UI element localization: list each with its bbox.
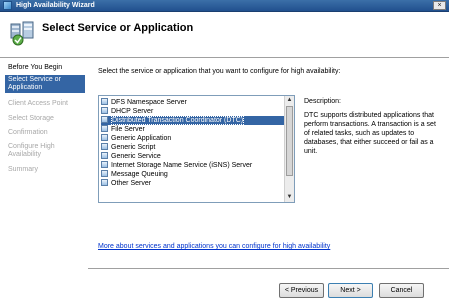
description-text: DTC supports distributed applications th… bbox=[304, 112, 436, 155]
step-configure-high-availability: Configure High Availability bbox=[8, 143, 55, 158]
scroll-up-arrow-icon[interactable]: ▲ bbox=[285, 96, 294, 105]
dfs-icon bbox=[101, 98, 108, 105]
list-item-dtc[interactable]: Distributed Transaction Coordinator (DTC… bbox=[101, 116, 285, 125]
step-summary: Summary bbox=[8, 166, 38, 173]
wizard-main-panel: Select the service or application that y… bbox=[88, 58, 449, 302]
window-title: High Availability Wizard bbox=[16, 2, 95, 9]
list-item-generic-service[interactable]: Generic Service bbox=[101, 152, 285, 161]
wizard-steps-sidebar: Before You Begin Select Service or Appli… bbox=[0, 58, 86, 301]
scroll-down-arrow-icon[interactable]: ▼ bbox=[285, 193, 294, 202]
step-select-storage: Select Storage bbox=[8, 115, 54, 122]
wizard-footer: < Previous Next > Cancel bbox=[88, 268, 449, 302]
wizard-app-icon bbox=[3, 1, 12, 10]
step-confirmation: Confirmation bbox=[8, 129, 48, 136]
isns-icon bbox=[101, 161, 108, 168]
list-item-generic-application[interactable]: Generic Application bbox=[101, 134, 285, 143]
previous-button[interactable]: < Previous bbox=[279, 283, 324, 298]
list-item-file-server[interactable]: File Server bbox=[101, 125, 285, 134]
cluster-wizard-icon bbox=[10, 21, 34, 46]
scrollbar-thumb[interactable] bbox=[286, 106, 293, 176]
page-title: Select Service or Application bbox=[42, 22, 194, 34]
generic-application-icon bbox=[101, 134, 108, 141]
cancel-button[interactable]: Cancel bbox=[379, 283, 424, 298]
instruction-text: Select the service or application that y… bbox=[98, 68, 341, 75]
next-button[interactable]: Next > bbox=[328, 283, 373, 298]
description-label: Description: bbox=[304, 98, 341, 105]
list-item-other-server[interactable]: Other Server bbox=[101, 179, 285, 188]
step-before-you-begin[interactable]: Before You Begin bbox=[5, 63, 85, 73]
close-icon[interactable]: × bbox=[433, 1, 446, 10]
other-server-icon bbox=[101, 179, 108, 186]
file-server-icon bbox=[101, 125, 108, 132]
list-item-dhcp-server[interactable]: DHCP Server bbox=[101, 107, 285, 116]
listbox-scrollbar[interactable]: ▲ ▼ bbox=[284, 96, 294, 202]
more-info-link[interactable]: More about services and applications you… bbox=[98, 243, 330, 250]
step-select-service[interactable]: Select Service or Application bbox=[5, 75, 85, 93]
generic-script-icon bbox=[101, 143, 108, 150]
message-queuing-icon bbox=[101, 170, 108, 177]
list-item-isns-server[interactable]: Internet Storage Name Service (iSNS) Ser… bbox=[101, 161, 285, 170]
dhcp-icon bbox=[101, 107, 108, 114]
service-listbox[interactable]: DFS Namespace Server DHCP Server Distrib… bbox=[98, 95, 295, 203]
description-panel: Description: DTC supports distributed ap… bbox=[304, 97, 439, 156]
list-item-generic-script[interactable]: Generic Script bbox=[101, 143, 285, 152]
step-client-access-point: Client Access Point bbox=[8, 100, 68, 107]
generic-service-icon bbox=[101, 152, 108, 159]
dtc-icon bbox=[101, 116, 108, 123]
window-titlebar: High Availability Wizard × bbox=[0, 0, 449, 12]
list-item-message-queuing[interactable]: Message Queuing bbox=[101, 170, 285, 179]
wizard-header: Select Service or Application bbox=[0, 12, 449, 58]
list-item-dfs-namespace-server[interactable]: DFS Namespace Server bbox=[101, 98, 285, 107]
